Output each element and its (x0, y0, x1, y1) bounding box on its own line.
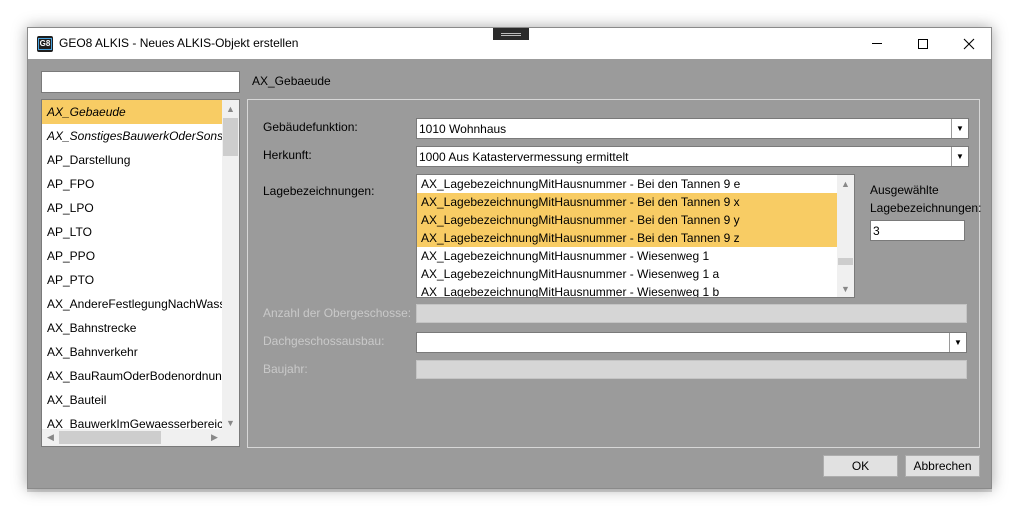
list-item[interactable]: AP_FPO (42, 172, 222, 196)
app-logo-icon: G8 (37, 36, 53, 52)
drag-handle-icon[interactable] (493, 28, 529, 40)
scroll-up-icon[interactable]: ▲ (222, 100, 239, 117)
lagebezeichnungen-scrollbar[interactable]: ▲ ▼ (837, 175, 854, 297)
scrollbar-thumb[interactable] (838, 258, 853, 265)
list-item[interactable]: AX_SonstigesBauwerkOderSonstigeEinrichtu… (42, 124, 222, 148)
combobox-value: 1010 Wohnhaus (419, 122, 507, 136)
scrollbar-thumb[interactable] (59, 431, 161, 444)
object-list-horizontal-scrollbar[interactable]: ◀ ▶ (42, 429, 223, 446)
list-item[interactable]: AP_LTO (42, 220, 222, 244)
combobox-value: 1000 Aus Katastervermessung ermittelt (419, 150, 629, 164)
list-item[interactable]: AX_LagebezeichnungMitHausnummer - Wiesen… (417, 283, 837, 297)
maximize-icon (918, 38, 928, 49)
list-item[interactable]: AX_Bahnstrecke (42, 316, 222, 340)
scroll-right-icon[interactable]: ▶ (206, 429, 223, 446)
scroll-down-icon[interactable]: ▼ (837, 280, 854, 297)
attributes-group: Gebäudefunktion: 1010 Wohnhaus ▼ Herkunf… (247, 99, 982, 448)
scrollbar-thumb[interactable] (223, 118, 238, 156)
list-item[interactable]: AX_LagebezeichnungMitHausnummer - Bei de… (417, 175, 837, 193)
cancel-button[interactable]: Abbrechen (905, 455, 980, 477)
object-type-list[interactable]: AX_Gebaeude AX_SonstigesBauwerkOderSonst… (41, 99, 240, 447)
list-item[interactable]: AP_PPO (42, 244, 222, 268)
gebaeudefunktion-label: Gebäudefunktion: (263, 120, 358, 134)
scroll-up-icon[interactable]: ▲ (837, 175, 854, 192)
list-item[interactable]: AP_LPO (42, 196, 222, 220)
scrollbar-corner (222, 429, 239, 446)
scroll-left-icon[interactable]: ◀ (42, 429, 59, 446)
list-item[interactable]: AX_AndereFestlegungNachWasserrecht (42, 292, 222, 316)
minimize-button[interactable] (854, 28, 900, 59)
list-item[interactable]: AP_PTO (42, 268, 222, 292)
selected-object-name: AX_Gebaeude (252, 74, 331, 88)
list-item[interactable]: AX_LagebezeichnungMitHausnummer - Wiesen… (417, 247, 837, 265)
herkunft-combobox[interactable]: 1000 Aus Katastervermessung ermittelt ▼ (416, 146, 969, 167)
list-item[interactable]: AX_LagebezeichnungMitHausnummer - Bei de… (417, 193, 837, 211)
list-item[interactable]: AP_Darstellung (42, 148, 222, 172)
selected-lage-label-line1: Ausgewählte (870, 183, 939, 197)
close-button[interactable] (946, 28, 992, 59)
maximize-button[interactable] (900, 28, 946, 59)
object-list-vertical-scrollbar[interactable]: ▲ ▼ (222, 100, 239, 431)
dachgeschoss-combobox[interactable]: ▼ (416, 332, 967, 353)
gebaeudefunktion-combobox[interactable]: 1010 Wohnhaus ▼ (416, 118, 969, 139)
baujahr-label: Baujahr: (263, 362, 308, 376)
chevron-down-icon[interactable]: ▼ (951, 147, 968, 166)
dialog-window: G8 GEO8 ALKIS - Neues ALKIS-Objekt erste… (27, 27, 992, 489)
ok-button[interactable]: OK (823, 455, 898, 477)
selected-lage-label-line2: Lagebezeichnungen: (870, 201, 982, 215)
list-item[interactable]: AX_LagebezeichnungMitHausnummer - Wiesen… (417, 265, 837, 283)
close-icon (963, 38, 975, 49)
lagebezeichnungen-list[interactable]: AX_LagebezeichnungMitHausnummer - Bei de… (416, 174, 855, 298)
list-item[interactable]: AX_LagebezeichnungMitHausnummer - Bei de… (417, 229, 837, 247)
list-item[interactable]: AX_Bauteil (42, 388, 222, 412)
herkunft-label: Herkunft: (263, 148, 312, 162)
list-item[interactable]: AX_Bahnverkehr (42, 340, 222, 364)
chevron-down-icon[interactable]: ▼ (949, 333, 966, 352)
dachgeschoss-label: Dachgeschossausbau: (263, 334, 385, 348)
baujahr-field (416, 360, 967, 379)
obergeschosse-field (416, 304, 967, 323)
list-item[interactable]: AX_LagebezeichnungMitHausnummer - Bei de… (417, 211, 837, 229)
minimize-icon (872, 43, 882, 44)
list-item[interactable]: AX_Gebaeude (42, 100, 222, 124)
selected-lage-count-field[interactable]: 3 (870, 220, 965, 241)
list-item[interactable]: AX_BauRaumOderBodenordnungsrecht (42, 364, 222, 388)
window-title: GEO8 ALKIS - Neues ALKIS-Objekt erstelle… (59, 36, 299, 50)
lagebezeichnungen-label: Lagebezeichnungen: (263, 184, 375, 198)
chevron-down-icon[interactable]: ▼ (951, 119, 968, 138)
title-bar[interactable]: G8 GEO8 ALKIS - Neues ALKIS-Objekt erste… (28, 28, 991, 59)
obergeschosse-label: Anzahl der Obergeschosse: (263, 306, 412, 320)
object-type-search-input[interactable] (41, 71, 240, 93)
